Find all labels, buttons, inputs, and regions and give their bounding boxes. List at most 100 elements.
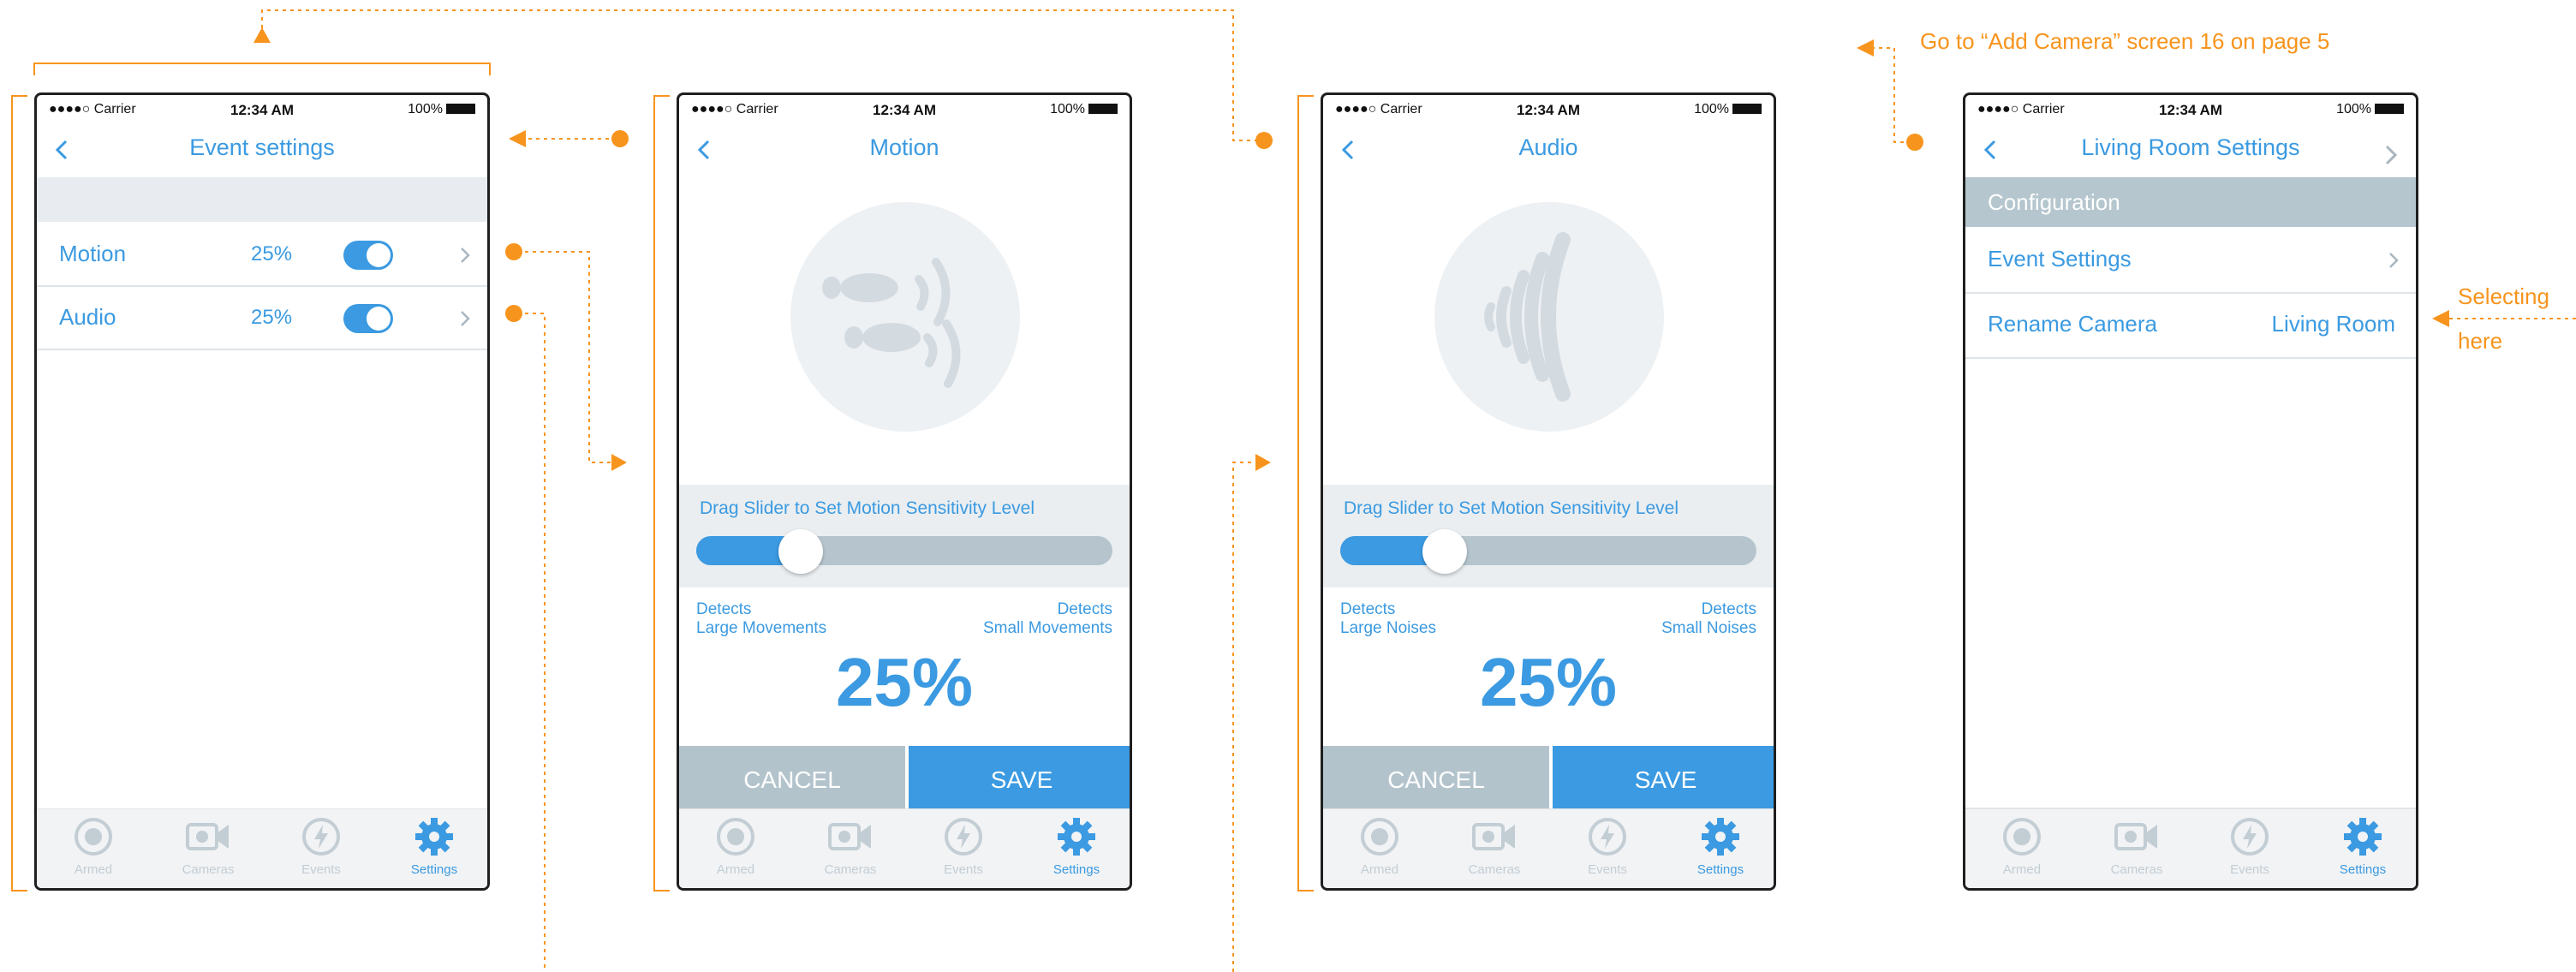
tab-bar: Armed Cameras Events Settings xyxy=(37,808,487,888)
page-title: Living Room Settings xyxy=(2081,134,2300,160)
tab-events[interactable]: Events xyxy=(912,816,1015,877)
row-label: Event Settings xyxy=(1988,246,2132,271)
annotation-selecting: Selecting here xyxy=(2458,283,2549,354)
motion-toggle[interactable] xyxy=(343,241,393,270)
lightning-icon xyxy=(302,818,340,856)
slider-instruction: Drag Slider to Set Motion Sensitivity Le… xyxy=(1344,498,1679,518)
tab-armed[interactable]: Armed xyxy=(684,816,787,877)
tab-cameras[interactable]: Cameras xyxy=(2085,816,2188,877)
row-label: Audio xyxy=(59,304,116,330)
audio-toggle[interactable] xyxy=(343,304,393,333)
tab-events[interactable]: Events xyxy=(2198,816,2301,877)
tab-events[interactable]: Events xyxy=(1556,816,1659,877)
sensitivity-value: 25% xyxy=(835,644,974,720)
page-title: Motion xyxy=(869,134,939,160)
gear-icon xyxy=(1058,818,1095,856)
sensitivity-value: 25% xyxy=(1479,644,1618,720)
status-bar: ●●●●○ Carrier 12:34 AM 100% xyxy=(1323,95,1774,128)
row-label: Rename Camera xyxy=(1988,311,2157,337)
list-item-audio[interactable]: Audio 25% xyxy=(37,287,487,350)
tab-bar: Armed Cameras Events Settings xyxy=(679,808,1130,888)
lightning-icon xyxy=(1589,818,1626,856)
phone-event-settings: ●●●●○ Carrier 12:34 AM 100% Event settin… xyxy=(34,92,490,891)
status-bar: ●●●●○ Carrier 12:34 AM 100% xyxy=(1965,95,2416,128)
nav-bar: Event settings xyxy=(37,129,487,172)
tab-settings[interactable]: Settings xyxy=(2311,816,2414,877)
chevron-right-icon[interactable] xyxy=(2376,136,2404,170)
right-caption: Detects Small Movements xyxy=(983,600,1112,637)
phone-motion: ●●●●○ Carrier 12:34 AM 100% Motion Drag … xyxy=(677,92,1132,891)
save-button[interactable]: SAVE xyxy=(1553,746,1774,814)
camera-icon xyxy=(2114,823,2157,850)
section-header-configuration: Configuration xyxy=(1965,177,2416,227)
battery-icon xyxy=(446,104,475,114)
camera-name-value: Living Room xyxy=(2271,311,2395,337)
list-item-motion[interactable]: Motion 25% xyxy=(37,224,487,287)
camera-icon xyxy=(186,823,229,850)
tab-bar: Armed Cameras Events Settings xyxy=(1323,808,1774,888)
page-title: Audio xyxy=(1518,134,1578,160)
right-caption: Detects Small Noises xyxy=(1661,600,1756,637)
tab-armed[interactable]: Armed xyxy=(1971,816,2073,877)
tab-cameras[interactable]: Cameras xyxy=(157,816,259,877)
section-header xyxy=(37,177,487,222)
tab-settings[interactable]: Settings xyxy=(1025,816,1128,877)
audio-illustration xyxy=(1434,202,1664,432)
armed-icon xyxy=(717,818,754,856)
battery-indicator: 100% xyxy=(1050,102,1118,117)
lightning-icon xyxy=(945,818,982,856)
tab-cameras[interactable]: Cameras xyxy=(799,816,902,877)
footprints-icon xyxy=(822,258,961,388)
battery-icon xyxy=(1732,104,1762,114)
phone-living-room-settings: ●●●●○ Carrier 12:34 AM 100% Living Room … xyxy=(1963,92,2418,891)
chevron-right-icon xyxy=(461,311,470,326)
tab-armed[interactable]: Armed xyxy=(1328,816,1431,877)
battery-icon xyxy=(1088,104,1118,114)
slider-instruction: Drag Slider to Set Motion Sensitivity Le… xyxy=(700,498,1035,518)
tab-events[interactable]: Events xyxy=(270,816,373,877)
chevron-right-icon xyxy=(2389,253,2399,268)
armed-icon xyxy=(1361,818,1398,856)
cancel-button[interactable]: CANCEL xyxy=(679,746,905,814)
sensitivity-slider-knob[interactable] xyxy=(1422,529,1467,574)
nav-bar: Living Room Settings xyxy=(1965,129,2416,172)
row-label: Motion xyxy=(59,241,127,266)
camera-icon xyxy=(828,823,871,850)
sensitivity-track[interactable] xyxy=(696,536,1112,565)
page-title: Event settings xyxy=(189,134,335,160)
row-percent: 25% xyxy=(251,306,293,329)
list-item-rename-camera[interactable]: Rename Camera Living Room xyxy=(1965,294,2416,359)
camera-icon xyxy=(1472,823,1515,850)
status-bar: ●●●●○ Carrier 12:34 AM 100% xyxy=(37,95,487,128)
nav-bar: Audio xyxy=(1323,129,1774,172)
left-caption: Detects Large Noises xyxy=(1340,600,1436,637)
sensitivity-panel: Drag Slider to Set Motion Sensitivity Le… xyxy=(679,485,1130,587)
status-bar: ●●●●○ Carrier 12:34 AM 100% xyxy=(679,95,1130,128)
battery-icon xyxy=(2375,104,2404,114)
battery-indicator: 100% xyxy=(408,102,475,117)
phone-audio: ●●●●○ Carrier 12:34 AM 100% Audio Drag S… xyxy=(1321,92,1776,891)
sensitivity-track[interactable] xyxy=(1340,536,1756,565)
nav-bar: Motion xyxy=(679,129,1130,172)
battery-indicator: 100% xyxy=(2336,102,2404,117)
sensitivity-slider-knob[interactable] xyxy=(778,529,823,574)
gear-icon xyxy=(415,818,453,856)
tab-armed[interactable]: Armed xyxy=(42,816,145,877)
tab-settings[interactable]: Settings xyxy=(383,816,486,877)
annotation-goto: Go to “Add Camera” screen 16 on page 5 xyxy=(1920,28,2330,54)
gear-icon xyxy=(2344,818,2382,856)
sound-waves-icon xyxy=(1484,232,1571,402)
sensitivity-panel: Drag Slider to Set Motion Sensitivity Le… xyxy=(1323,485,1774,587)
gear-icon xyxy=(1702,818,1739,856)
armed-icon xyxy=(2003,818,2041,856)
tab-settings[interactable]: Settings xyxy=(1669,816,1772,877)
list-item-event-settings[interactable]: Event Settings xyxy=(1965,229,2416,294)
armed-icon xyxy=(75,818,112,856)
battery-indicator: 100% xyxy=(1694,102,1762,117)
cancel-button[interactable]: CANCEL xyxy=(1323,746,1549,814)
tab-cameras[interactable]: Cameras xyxy=(1443,816,1546,877)
save-button[interactable]: SAVE xyxy=(909,746,1130,814)
motion-illustration xyxy=(790,202,1020,432)
lightning-icon xyxy=(2231,818,2269,856)
row-percent: 25% xyxy=(251,242,293,265)
